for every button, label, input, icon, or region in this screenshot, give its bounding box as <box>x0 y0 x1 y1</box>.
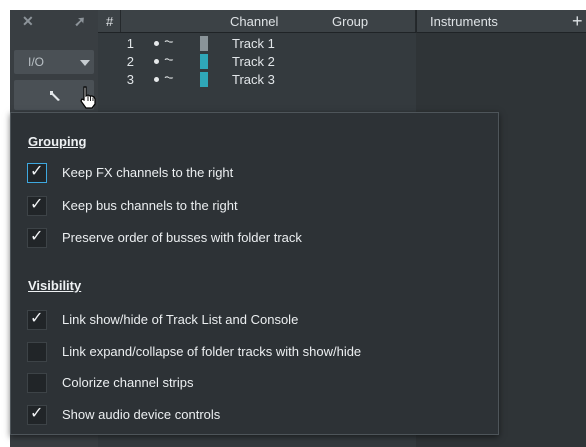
track-row[interactable]: 2 ⏦ Track 2 <box>98 52 416 70</box>
divider <box>120 10 121 32</box>
visibility-dot-icon[interactable] <box>154 41 159 46</box>
add-instrument-button[interactable]: + <box>572 11 583 32</box>
checkbox[interactable]: ✓ <box>27 228 47 248</box>
checkbox[interactable]: ✓ <box>27 163 47 183</box>
track-number: 1 <box>126 36 134 51</box>
column-header: # Channel Group Instruments + <box>98 10 586 33</box>
io-dropdown[interactable]: I/O <box>14 50 94 74</box>
track-row[interactable]: 3 ⏦ Track 3 <box>98 70 416 88</box>
option-label: Colorize channel strips <box>62 375 194 390</box>
wrench-icon <box>50 91 60 101</box>
column-group-header[interactable]: Group <box>332 14 368 29</box>
audio-wave-icon: ⏦ <box>164 34 174 48</box>
option-label: Keep FX channels to the right <box>62 165 234 180</box>
checkmark-icon: ✓ <box>30 228 44 245</box>
track-color-swatch[interactable] <box>200 54 208 69</box>
channel-options-popup: Grouping ✓ Keep FX channels to the right… <box>10 112 499 435</box>
checkmark-icon: ✓ <box>30 310 44 327</box>
column-number-header: # <box>106 14 114 29</box>
checkbox[interactable]: ✓ <box>27 405 47 425</box>
hand-cursor-icon <box>80 86 96 109</box>
instruments-header: Instruments <box>430 14 498 29</box>
checkmark-icon: ✓ <box>30 405 44 422</box>
option-label: Preserve order of busses with folder tra… <box>62 230 302 245</box>
checkmark-icon: ✓ <box>30 163 44 180</box>
track-name: Track 2 <box>232 54 275 69</box>
expand-arrow-icon[interactable]: ➚ <box>74 13 86 30</box>
option-label: Keep bus channels to the right <box>62 198 238 213</box>
track-name: Track 1 <box>232 36 275 51</box>
track-row[interactable]: 1 ⏦ Track 1 <box>98 34 416 52</box>
column-channel-header[interactable]: Channel <box>230 14 278 29</box>
visibility-dot-icon[interactable] <box>154 59 159 64</box>
grouping-heading: Grouping <box>28 134 87 149</box>
track-number: 3 <box>126 72 134 87</box>
checkbox[interactable]: ✓ <box>27 310 47 330</box>
track-number: 2 <box>126 54 134 69</box>
chevron-down-icon <box>80 60 90 66</box>
track-name: Track 3 <box>232 72 275 87</box>
audio-wave-icon: ⏦ <box>164 70 174 84</box>
checkbox[interactable] <box>27 373 47 393</box>
checkmark-icon: ✓ <box>30 196 44 213</box>
visibility-dot-icon[interactable] <box>154 77 159 82</box>
track-color-swatch[interactable] <box>200 36 208 51</box>
audio-wave-icon: ⏦ <box>164 52 174 66</box>
option-label: Link show/hide of Track List and Console <box>62 312 299 327</box>
visibility-heading: Visibility <box>28 278 82 293</box>
checkbox[interactable] <box>27 342 47 362</box>
close-icon[interactable]: ✕ <box>22 13 34 30</box>
io-label: I/O <box>28 55 45 69</box>
option-label: Show audio device controls <box>62 407 221 422</box>
option-label: Link expand/collapse of folder tracks wi… <box>62 344 362 359</box>
track-color-swatch[interactable] <box>200 72 208 87</box>
checkbox[interactable]: ✓ <box>27 196 47 216</box>
